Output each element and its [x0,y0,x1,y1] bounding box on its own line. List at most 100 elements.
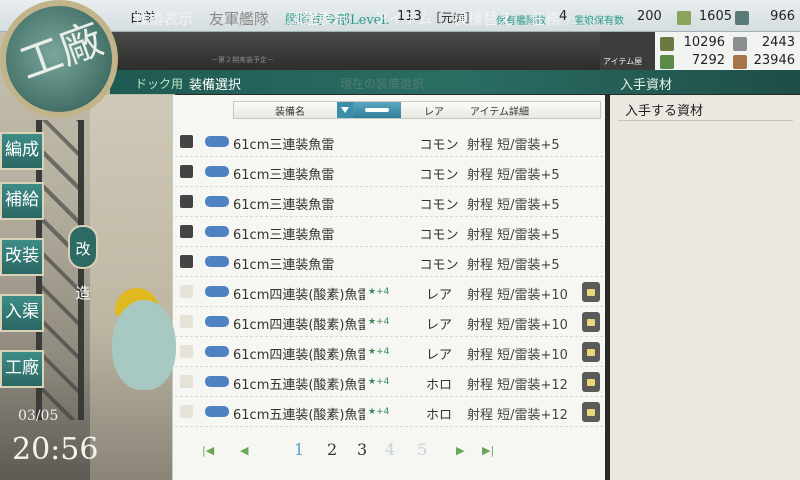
equipment-rarity: ホロ [425,408,452,423]
equipment-name: 61cm四連装(酸素)魚雷 [233,288,365,303]
col-name-header: 装備名 [275,107,305,118]
row-checkbox[interactable] [180,315,193,328]
clock-time: 20:56 [12,432,99,467]
nav-arsenal[interactable]: 工廠 [0,350,44,388]
row-checkbox[interactable] [180,225,193,238]
equipment-row[interactable]: 61cm五連装(酸素)魚雷 ★+4 ホロ 射程 短/雷装+12 [175,397,603,427]
steel-value: 2443 [761,35,795,50]
nav-resupply[interactable]: 補給 [0,182,44,220]
torpedo-icon [205,406,229,417]
page-1[interactable]: 1 [294,440,304,459]
sort-dropdown-icon[interactable] [337,102,353,118]
torpedo-icon [205,136,229,147]
equipment-name: 61cm三連装魚雷 [233,258,335,273]
equipment-rarity: ホロ [425,378,452,393]
equipment-rarity: コモン [419,168,459,183]
equipment-row[interactable]: 61cm三連装魚雷 コモン 射程 短/雷装+5 [175,187,603,217]
equipment-rarity: コモン [419,138,459,153]
equipment-row[interactable]: 61cm三連装魚雷 コモン 射程 短/雷装+5 [175,247,603,277]
menu-quests[interactable]: 任務(クエスト) [530,8,598,29]
torpedo-icon [205,256,229,267]
equipment-row[interactable]: 61cm四連装(酸素)魚雷 ★+4 レア 射程 短/雷装+10 [175,277,603,307]
equipment-row[interactable]: 61cm四連装(酸素)魚雷 ★+4 レア 射程 短/雷装+10 [175,337,603,367]
torpedo-icon [205,346,229,357]
menu-record[interactable]: 戦績表示 [133,8,193,29]
improvement-stars: ★+4 [368,317,390,327]
page-5[interactable]: 5 [417,440,427,459]
equipment-rarity: コモン [419,258,459,273]
menu-friend-fleet: 友軍艦隊 [209,10,270,28]
menu-furniture[interactable]: 模様替え [453,8,513,29]
last-page-button[interactable]: ▶| [482,444,494,457]
lock-icon[interactable] [582,282,600,302]
torpedo-icon [205,226,229,237]
nav-repair[interactable]: 入渠 [0,294,44,332]
shipgirl-count-value: 200 [637,9,662,24]
page-4[interactable]: 4 [385,440,395,459]
worker-fairy-illustration [112,300,176,390]
page-2[interactable]: 2 [327,440,337,459]
equipment-detail: 射程 短/雷装+10 [467,288,568,303]
friend-fleet-note: －第２期実装予定－ [211,56,274,64]
equipment-name: 61cm四連装(酸素)魚雷 [233,318,365,333]
row-checkbox[interactable] [180,285,193,298]
torpedo-icon [205,166,229,177]
torpedo-icon [205,196,229,207]
background-caption: 現在の装備選択 [340,77,425,91]
equipment-detail: 射程 短/雷装+5 [467,138,560,153]
repair-icon [660,55,674,69]
menu-items[interactable]: アイテム [374,8,433,29]
item-shop-label: アイテム屋 [603,57,643,66]
bauxite-value: 966 [770,9,795,24]
dock-label: ドック用 [135,77,184,91]
row-checkbox[interactable] [180,375,193,388]
row-checkbox[interactable] [180,165,193,178]
improvement-stars: ★+4 [368,347,390,357]
improvement-stars: ★+4 [368,377,390,387]
sort-type-toggle-icon[interactable] [353,102,401,118]
lock-icon[interactable] [582,312,600,332]
equipment-row[interactable]: 61cm三連装魚雷 コモン 射程 短/雷装+5 [175,217,603,247]
remodel-spinner[interactable]: 改造 [68,225,98,302]
next-page-button[interactable]: ▶ [456,444,464,457]
row-checkbox[interactable] [180,345,193,358]
obtained-divider [618,120,793,121]
prev-page-button[interactable]: ◀ [240,444,248,457]
nav-remodel[interactable]: 改装 [0,238,44,276]
equipment-detail: 射程 短/雷装+5 [467,198,560,213]
menu-library[interactable]: 図鑑表示 [288,8,348,29]
equipment-name: 61cm三連装魚雷 [233,138,335,153]
row-checkbox[interactable] [180,255,193,268]
equipment-row[interactable]: 61cm四連装(酸素)魚雷 ★+4 レア 射程 短/雷装+10 [175,307,603,337]
first-page-button[interactable]: |◀ [202,444,214,457]
equipment-detail: 射程 短/雷装+12 [467,408,568,423]
main-menu-bar [110,32,600,70]
equipment-row[interactable]: 61cm三連装魚雷 コモン 射程 短/雷装+5 [175,127,603,157]
torpedo-icon [205,286,229,297]
equipment-row[interactable]: 61cm三連装魚雷 コモン 射程 短/雷装+5 [175,157,603,187]
row-checkbox[interactable] [180,195,193,208]
lock-icon[interactable] [582,342,600,362]
equipment-row[interactable]: 61cm五連装(酸素)魚雷 ★+4 ホロ 射程 短/雷装+12 [175,367,603,397]
equipment-detail: 射程 短/雷装+5 [467,258,560,273]
row-checkbox[interactable] [180,405,193,418]
equipment-name: 61cm三連装魚雷 [233,168,335,183]
menu-quests-sub: (クエスト) [560,17,599,26]
ammo-value: 10296 [683,35,725,50]
obtained-resources-title: 入手する資材 [625,104,704,119]
equipment-detail: 射程 短/雷装+12 [467,378,568,393]
nav-organize[interactable]: 編成 [0,132,44,170]
improvement-stars: ★+4 [368,287,390,297]
page-3[interactable]: 3 [357,440,367,459]
equipment-name: 61cm三連装魚雷 [233,228,335,243]
lock-icon[interactable] [582,402,600,422]
build-value: 23946 [753,53,795,68]
improvement-stars: ★+4 [368,407,390,417]
equipment-name: 61cm三連装魚雷 [233,198,335,213]
lock-icon[interactable] [582,372,600,392]
equip-select-title: 装備選択 [189,78,242,93]
obtained-resources-panel [610,95,800,480]
fuel-value: 1605 [698,9,732,24]
menu-quests-label: 任務 [530,10,561,28]
row-checkbox[interactable] [180,135,193,148]
